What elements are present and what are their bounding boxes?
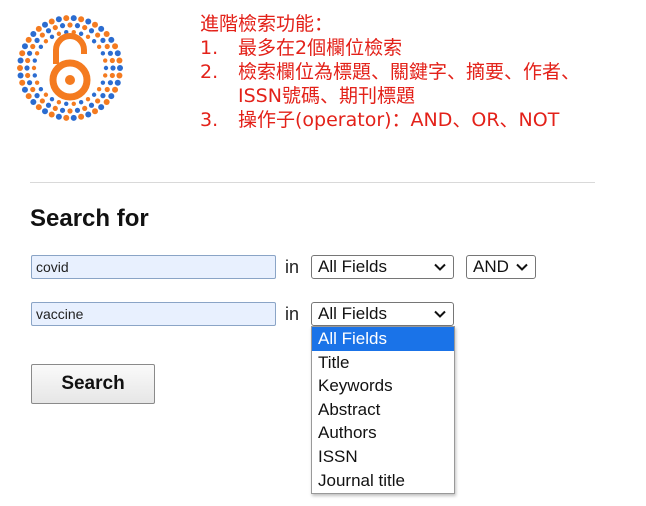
field-select-1[interactable]: All Fields — [311, 255, 454, 279]
in-label: in — [285, 257, 299, 278]
field-option[interactable]: Journal title — [312, 469, 454, 493]
field-select-value: All Fields — [318, 257, 387, 277]
feature-notes: 進階檢索功能： 1. 最多在2個欄位檢索 2. 檢索欄位為標題、關鍵字、摘要、作… — [200, 12, 580, 132]
search-term-input-1[interactable]: covid — [31, 255, 276, 279]
field-option[interactable]: Abstract — [312, 398, 454, 422]
note-text: 操作子(operator)：AND、OR、NOT — [238, 108, 580, 132]
open-access-lock-logo — [14, 12, 126, 124]
field-option[interactable]: Title — [312, 351, 454, 375]
field-select-2[interactable]: All Fields — [311, 302, 454, 326]
search-button[interactable]: Search — [31, 364, 155, 404]
divider — [30, 182, 595, 183]
field-options-list[interactable]: All Fields Title Keywords Abstract Autho… — [311, 326, 455, 494]
chevron-down-icon — [515, 260, 529, 274]
field-option[interactable]: ISSN — [312, 445, 454, 469]
note-item: 3. 操作子(operator)：AND、OR、NOT — [200, 108, 580, 132]
note-item-continued: ISSN號碼、期刊標題 — [200, 84, 580, 108]
note-text: 最多在2個欄位檢索 — [238, 36, 580, 60]
note-item: 1. 最多在2個欄位檢索 — [200, 36, 580, 60]
search-title: Search for — [30, 205, 149, 233]
search-term-input-2[interactable]: vaccine — [31, 302, 276, 326]
operator-select[interactable]: AND — [466, 255, 536, 279]
field-select-value: All Fields — [318, 304, 387, 324]
field-option[interactable]: Keywords — [312, 374, 454, 398]
notes-heading: 進階檢索功能： — [200, 12, 580, 36]
note-number: 2. — [200, 60, 238, 84]
chevron-down-icon — [433, 307, 447, 321]
operator-select-value: AND — [473, 257, 509, 277]
note-number: 3. — [200, 108, 238, 132]
in-label: in — [285, 304, 299, 325]
field-option[interactable]: All Fields — [312, 327, 454, 351]
note-number: 1. — [200, 36, 238, 60]
chevron-down-icon — [433, 260, 447, 274]
field-option[interactable]: Authors — [312, 421, 454, 445]
note-item: 2. 檢索欄位為標題、關鍵字、摘要、作者、 — [200, 60, 580, 84]
note-text: ISSN號碼、期刊標題 — [238, 84, 580, 108]
note-text: 檢索欄位為標題、關鍵字、摘要、作者、 — [238, 60, 580, 84]
